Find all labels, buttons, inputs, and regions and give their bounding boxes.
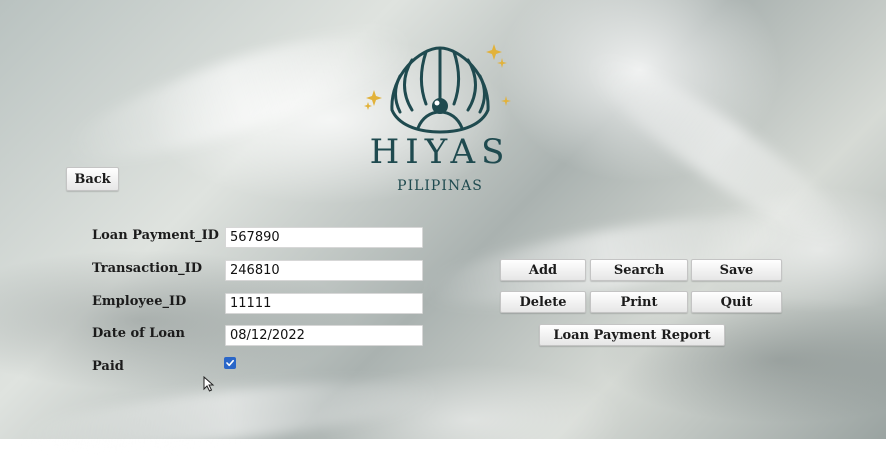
shell-logo-icon	[364, 44, 511, 134]
brand-name: HIYAS	[369, 132, 511, 172]
quit-button[interactable]: Quit	[691, 291, 782, 313]
label-date-of-loan: Date of Loan	[92, 326, 185, 341]
label-employee-id: Employee_ID	[92, 294, 187, 309]
paid-checkbox[interactable]	[224, 357, 236, 369]
label-paid: Paid	[92, 359, 124, 374]
brand-subtitle: PILIPINAS	[397, 178, 483, 194]
delete-button[interactable]: Delete	[500, 291, 586, 313]
print-button[interactable]: Print	[590, 291, 688, 313]
date-of-loan-input[interactable]	[225, 325, 423, 346]
mouse-cursor-icon	[203, 376, 215, 392]
transaction-id-input[interactable]	[225, 260, 423, 281]
back-button[interactable]: Back	[66, 167, 119, 191]
employee-id-input[interactable]	[225, 293, 423, 314]
loan-payment-id-input[interactable]	[225, 227, 423, 248]
loan-payment-report-button[interactable]: Loan Payment Report	[539, 324, 725, 346]
search-button[interactable]: Search	[590, 259, 688, 281]
add-button[interactable]: Add	[500, 259, 586, 281]
checkmark-icon	[226, 359, 234, 367]
label-transaction-id: Transaction_ID	[92, 261, 203, 276]
label-loan-payment-id: Loan Payment_ID	[92, 228, 219, 243]
save-button[interactable]: Save	[691, 259, 782, 281]
